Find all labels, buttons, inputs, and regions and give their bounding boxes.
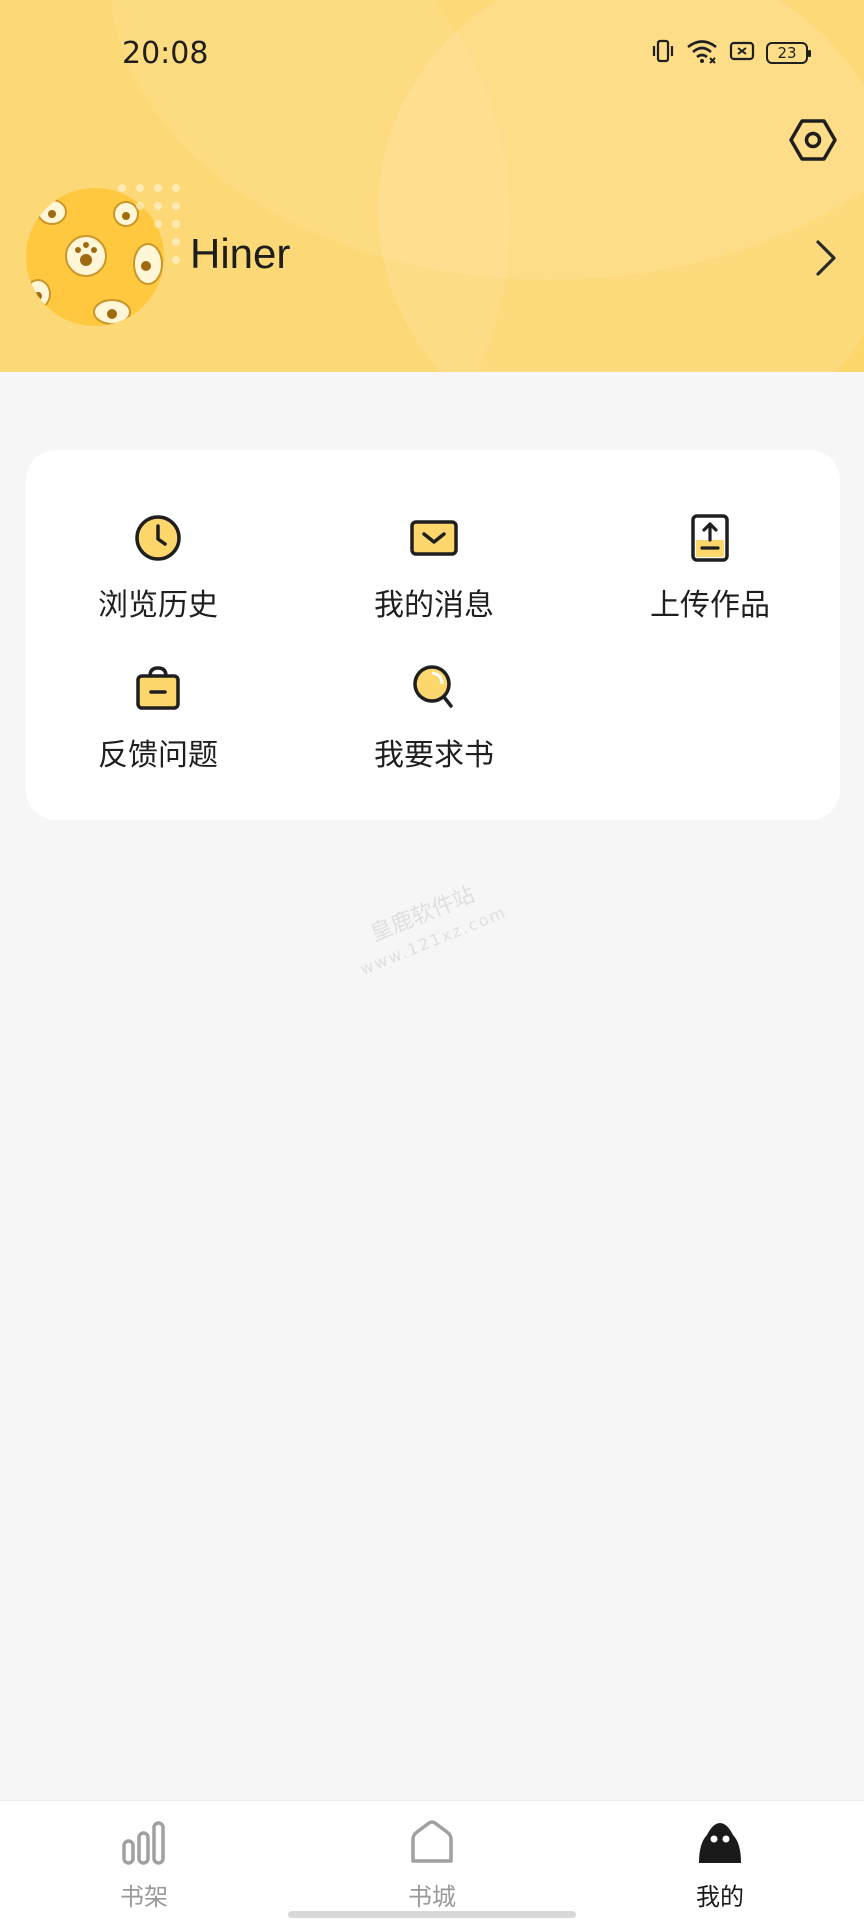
nav-item-bookstore[interactable]: 书城 xyxy=(362,1817,502,1913)
menu-item-label: 上传作品 xyxy=(650,588,770,623)
battery-icon: 23 xyxy=(766,42,811,64)
username: Hiner xyxy=(190,230,291,277)
status-time: 20:08 xyxy=(122,36,209,71)
menu-item-history[interactable]: 浏览历史 xyxy=(58,510,258,630)
nav-item-bookshelf[interactable]: 书架 xyxy=(74,1817,214,1913)
status-bar: 20:08 23 xyxy=(0,0,864,110)
nav-label: 书城 xyxy=(408,1883,456,1911)
menu-item-upload[interactable]: 上传作品 xyxy=(610,510,810,630)
wifi-icon xyxy=(686,38,718,68)
mail-icon xyxy=(406,510,462,566)
home-icon xyxy=(407,1817,457,1867)
settings-hexagon-icon xyxy=(788,115,838,169)
menu-item-label: 我要求书 xyxy=(374,738,494,773)
chevron-right-icon[interactable] xyxy=(808,236,844,280)
nav-label: 我的 xyxy=(696,1883,744,1911)
search-icon xyxy=(406,660,462,716)
nav-item-mine[interactable]: 我的 xyxy=(650,1817,790,1913)
home-indicator[interactable] xyxy=(288,1911,576,1918)
menu-item-messages[interactable]: 我的消息 xyxy=(334,510,534,630)
nav-label: 书架 xyxy=(120,1883,168,1911)
watermark: 皇鹿软件站 www.121xz.com xyxy=(345,873,511,984)
menu-item-label: 反馈问题 xyxy=(98,738,218,773)
menu-item-label: 浏览历史 xyxy=(98,588,218,623)
bag-icon xyxy=(130,660,186,716)
clock-icon xyxy=(130,510,186,566)
menu-item-feedback[interactable]: 反馈问题 xyxy=(58,660,258,780)
bookshelf-icon xyxy=(119,1817,169,1867)
status-icons: 23 xyxy=(650,38,811,68)
profile-row[interactable]: Hiner xyxy=(26,184,846,330)
menu-card: 浏览历史 我的消息 上传作品 反馈问题 我要求书 xyxy=(26,450,840,820)
settings-button[interactable] xyxy=(786,115,840,169)
menu-item-label: 我的消息 xyxy=(374,588,494,623)
upload-icon xyxy=(682,510,738,566)
profile-icon xyxy=(695,1817,745,1867)
vibrate-icon xyxy=(650,38,676,68)
bottom-nav: 书架 书城 我的 xyxy=(0,1800,864,1920)
menu-item-request-book[interactable]: 我要求书 xyxy=(334,660,534,780)
sim-off-icon xyxy=(728,38,756,68)
